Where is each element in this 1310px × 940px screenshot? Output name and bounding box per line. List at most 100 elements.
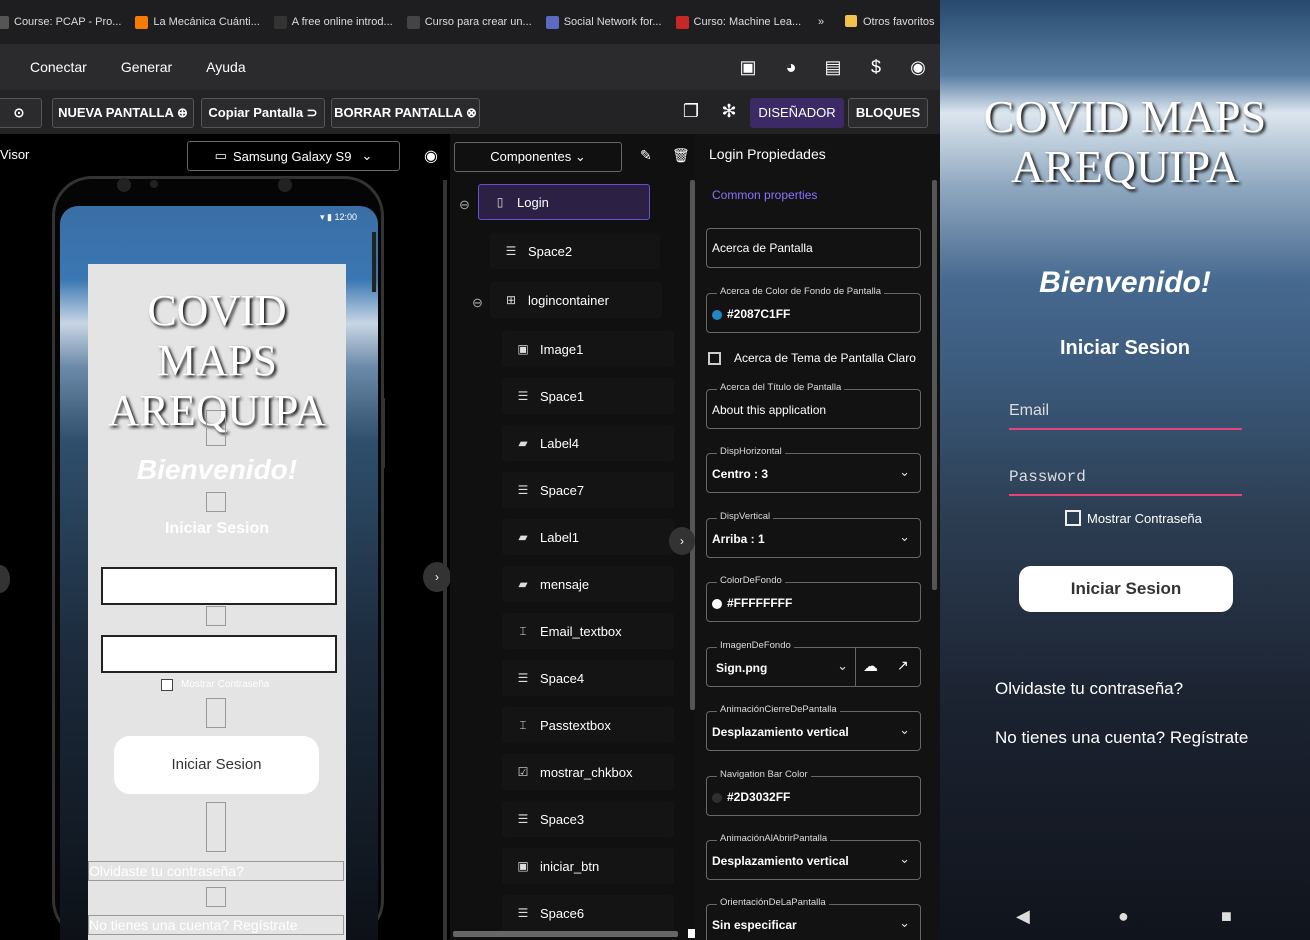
emu-title-image: COVID MAPS AREQUIPA (983, 91, 1267, 192)
components-h-scrollbar[interactable] (453, 931, 678, 937)
component-item[interactable]: ⌶ Email_textbox (502, 613, 674, 649)
password-textbox[interactable] (101, 635, 337, 673)
copy-screen-button[interactable]: Copiar Pantalla ⊃ (201, 98, 325, 128)
collapse-components-chevron-icon[interactable]: › (669, 527, 695, 555)
nav-bar-color-field[interactable]: Navigation Bar Color #2D3032FF (706, 769, 921, 816)
disp-vertical-select[interactable]: DispVertical Arriba : 1 ⌄ (706, 511, 921, 558)
anim-cierre-select[interactable]: AnimaciónCierreDePantalla Desplazamiento… (706, 704, 921, 751)
emu-subtitle: Iniciar Sesion (1059, 337, 1191, 359)
delete-screen-button[interactable]: BORRAR PANTALLA ⊗ (331, 98, 480, 128)
login-button[interactable]: Iniciar Sesion (114, 736, 319, 794)
emu-email-input[interactable]: Email (1009, 402, 1242, 430)
orientation-select[interactable]: OrientaciónDeLaPantalla Sin especificar … (706, 897, 921, 940)
component-item[interactable]: ▰ Label4 (502, 425, 674, 461)
collapse-logincontainer-icon[interactable]: ⊖ (472, 295, 483, 311)
bookmarks-folder[interactable]: Otros favoritos (863, 16, 935, 28)
wifi-icon: ▾ (320, 212, 325, 222)
dollar-icon[interactable]: $ (865, 56, 887, 78)
phone-side-button (372, 232, 376, 292)
component-item[interactable]: ☰ Space3 (502, 801, 674, 837)
emu-password-input[interactable]: Password (1009, 468, 1242, 496)
component-item[interactable]: ▰ Label1 (502, 519, 674, 555)
component-item[interactable]: ☰ Space4 (502, 660, 674, 696)
about-title-field[interactable]: Acerca del Título de Pantalla About this… (706, 382, 921, 429)
eye-icon[interactable]: ◉ (424, 146, 438, 166)
delete-icon[interactable]: 🗑 (672, 147, 690, 164)
designer-tab[interactable]: DISEÑADOR (750, 98, 844, 128)
device-select[interactable]: ▭ Samsung Galaxy S9 ⌄ (187, 141, 400, 171)
anim-abrir-select[interactable]: AnimaciónAlAbrirPantalla Desplazamiento … (706, 833, 921, 880)
nav-home-icon[interactable]: ● (1118, 906, 1129, 927)
bookmark-favicon-icon (675, 15, 689, 29)
image-icon: ▣ (517, 342, 529, 356)
bg-color-field[interactable]: Acerca de Color de Fondo de Pantalla #20… (706, 286, 921, 333)
chevron-down-icon: ⌄ (361, 148, 373, 163)
light-theme-checkbox[interactable] (708, 352, 721, 365)
bookmark-item[interactable]: Social Network for... (545, 15, 662, 29)
login-container: COVID MAPS AREQUIPA Bienvenido! Iniciar … (88, 264, 346, 940)
show-password-checkbox[interactable] (161, 679, 173, 691)
component-item[interactable]: ▯ Login (478, 184, 650, 220)
disp-horizontal-select[interactable]: DispHorizontal Centro : 3 ⌄ (706, 446, 921, 493)
color-fondo-field[interactable]: ColorDeFondo #FFFFFFFF (706, 575, 921, 622)
common-properties-link[interactable]: Common properties (712, 188, 817, 202)
emu-forgot-label[interactable]: Olvidaste tu contraseña? (995, 679, 1183, 699)
component-item[interactable]: ☑ mostrar_chkbox (502, 754, 674, 790)
component-label: Space7 (540, 482, 585, 498)
bookmark-item[interactable]: A free online introd... (273, 15, 393, 29)
edit-icon[interactable]: ✎ (640, 147, 652, 164)
menu-ayuda[interactable]: Ayuda (206, 59, 245, 75)
component-item[interactable]: ☰ Space2 (490, 233, 660, 269)
library-icon[interactable]: ▤ (822, 56, 844, 78)
component-item[interactable]: ☰ Space1 (502, 378, 674, 414)
forgot-label[interactable]: Olvidaste tu contraseña? (88, 861, 344, 881)
components-dropdown[interactable]: Componentes ⌄ (454, 142, 622, 172)
component-item[interactable]: ☰ Space7 (502, 472, 674, 508)
account-icon[interactable]: ◉ (907, 56, 929, 78)
screen-select-icon[interactable]: ⊙ (0, 98, 42, 128)
toolbar: ⊙ NUEVA PANTALLA ⊕ Copiar Pantalla ⊃ BOR… (0, 90, 940, 134)
nav-back-icon[interactable]: ◀ (1016, 906, 1030, 927)
gallery-icon[interactable]: ▣ (737, 56, 759, 78)
bookmark-label: La Mecánica Cuánti... (153, 16, 260, 28)
chevron-down-icon[interactable]: ⌄ (837, 658, 848, 674)
copy-icon[interactable]: ❐ (680, 100, 702, 122)
component-item[interactable]: ⊞ logincontainer (490, 282, 662, 318)
space1 (206, 410, 226, 446)
properties-scrollbar[interactable] (932, 180, 937, 590)
emu-register-label[interactable]: No tienes una cuenta? Regístrate (995, 728, 1248, 748)
bookmark-item[interactable]: Curso: Machine Lea... (675, 15, 801, 29)
menu-conectar[interactable]: Conectar (30, 59, 87, 75)
bookmark-item[interactable]: Curso para crear un... (406, 15, 532, 29)
properties-title: Login Propiedades (709, 146, 826, 162)
scroll-corner (688, 929, 695, 938)
open-external-icon[interactable]: ↗ (897, 657, 909, 674)
bookmark-item[interactable]: Course: PCAP - Pro... (0, 15, 121, 29)
new-screen-button[interactable]: NUEVA PANTALLA ⊕ (52, 98, 194, 128)
emu-login-button[interactable]: Iniciar Sesion (1019, 566, 1233, 612)
components-scrollbar[interactable] (443, 180, 447, 940)
menu-generar[interactable]: Generar (121, 59, 172, 75)
blocks-tab[interactable]: BLOQUES (848, 98, 928, 128)
component-item[interactable]: ☰ Space6 (502, 895, 674, 931)
email-textbox[interactable] (101, 567, 337, 605)
component-item[interactable]: ▣ Image1 (502, 331, 674, 367)
settings-icon[interactable]: ✻ (718, 100, 740, 122)
register-label[interactable]: No tienes una cuenta? Regístrate (88, 915, 344, 935)
emu-show-password-checkbox[interactable] (1065, 510, 1081, 526)
about-screen-field[interactable]: Acerca de Pantalla (706, 228, 921, 268)
bookmark-label: Social Network for... (563, 16, 662, 28)
bookmark-item[interactable]: La Mecánica Cuánti... (135, 15, 260, 29)
component-item[interactable]: ⌶ Passtextbox (502, 707, 674, 743)
collapse-login-icon[interactable]: ⊖ (459, 197, 470, 213)
component-item[interactable]: ▰ mensaje (502, 566, 674, 602)
nav-recents-icon[interactable]: ■ (1221, 906, 1232, 927)
palette-icon[interactable]: ◕ (780, 56, 802, 78)
bookmarks-more-button[interactable]: » (818, 16, 824, 28)
component-item[interactable]: ▣ iniciar_btn (502, 848, 674, 884)
component-label: Login (517, 194, 549, 210)
color-swatch (712, 309, 722, 320)
status-bar: ▾ ▮ 12:00 (320, 212, 357, 223)
component-label: Image1 (540, 341, 584, 357)
upload-cloud-icon[interactable]: ☁ (863, 657, 878, 675)
